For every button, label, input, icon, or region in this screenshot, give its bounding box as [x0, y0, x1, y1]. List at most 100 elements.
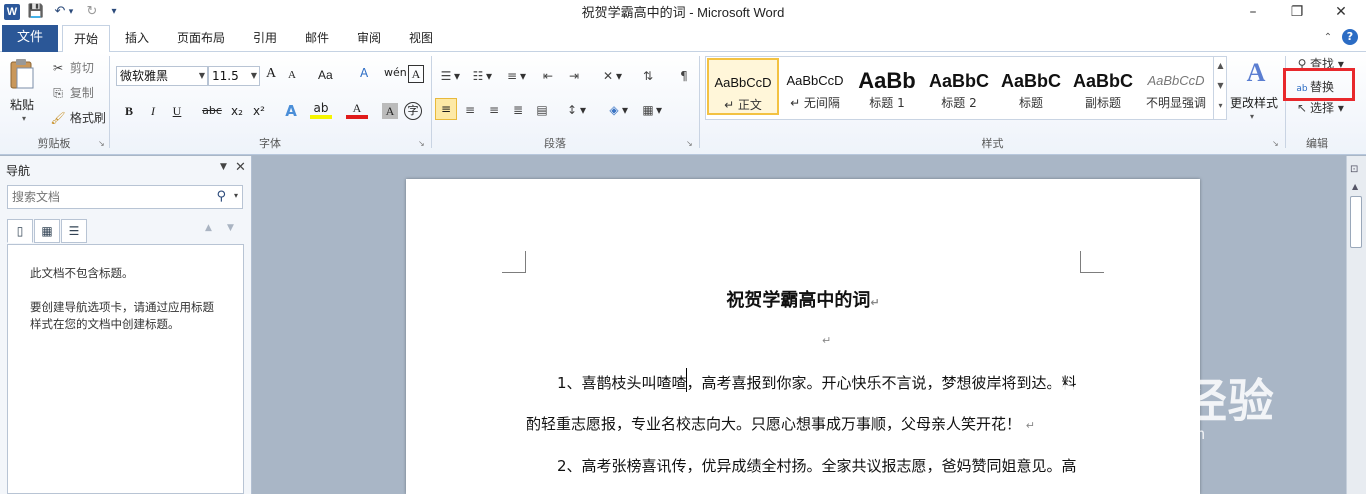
style-subtle-emphasis[interactable]: AaBbCcD 不明显强调 — [1139, 58, 1213, 115]
justify-button[interactable]: ≣ — [510, 100, 526, 120]
change-styles-label[interactable]: 更改样式 — [1230, 94, 1278, 111]
tab-page-layout[interactable]: 页面布局 — [170, 25, 232, 52]
chinese-layout-icon: ✕ — [602, 69, 614, 83]
pane-options-icon[interactable]: ▼ — [220, 162, 227, 172]
next-heading-icon[interactable]: ▼ — [227, 223, 234, 233]
clipboard-group-label: 剪贴板 — [37, 137, 71, 150]
italic-button[interactable]: I — [142, 101, 164, 121]
clipboard-launcher-icon[interactable]: ↘ — [98, 139, 108, 149]
style-title[interactable]: AaBbC 标题 — [995, 58, 1067, 115]
multilevel-list-button[interactable]: ≡ ▾ — [504, 66, 526, 86]
search-icon[interactable]: ⚲ — [216, 189, 226, 204]
change-styles-dropdown-icon[interactable]: ▾ — [1250, 112, 1254, 121]
clear-formatting-button[interactable]: A — [360, 66, 368, 80]
chinese-layout-button[interactable]: ✕ ▾ — [600, 66, 622, 86]
font-name-combo[interactable]: 微软雅黑 ▼ — [116, 66, 208, 86]
cut-button[interactable]: ✂ 剪切 — [50, 58, 94, 78]
paste-dropdown-icon[interactable]: ▾ — [22, 114, 26, 123]
format-painter-button[interactable]: 🖌 格式刷 — [50, 108, 105, 128]
distributed-button[interactable]: ▤ — [534, 100, 550, 120]
restore-button[interactable]: ❐ — [1274, 0, 1320, 25]
tab-review[interactable]: 审阅 — [348, 25, 390, 52]
ruler-toggle-icon[interactable]: ⊡ — [1350, 164, 1358, 175]
tab-home[interactable]: 开始 — [62, 25, 110, 53]
shading-button[interactable]: ◈ ▾ — [606, 100, 628, 120]
search-input[interactable] — [8, 186, 203, 208]
increase-indent-button[interactable]: ⇥ — [566, 66, 582, 86]
scroll-up-icon[interactable]: ▲ — [1352, 182, 1358, 191]
align-right-button[interactable]: ≡ — [486, 100, 502, 120]
undo-dropdown-icon[interactable]: ▾ — [66, 3, 76, 21]
paragraph-1-line-2[interactable]: 酌轻重志愿报，专业名校志向大。只愿心想事成万事顺，父母亲人笑开花！ ↵ — [526, 413, 1035, 434]
font-size-combo[interactable]: 11.5 ▼ — [208, 66, 260, 86]
underline-button[interactable]: U — [166, 101, 188, 121]
close-button[interactable]: ✕ — [1318, 0, 1364, 25]
align-left-button[interactable]: ≡ — [435, 98, 457, 120]
tab-references[interactable]: 引用 — [244, 25, 286, 52]
minimize-button[interactable]: – — [1230, 0, 1276, 25]
subscript-button[interactable]: x₂ — [226, 101, 248, 121]
style-subtitle[interactable]: AaBbC 副标题 — [1067, 58, 1139, 115]
tab-insert[interactable]: 插入 — [116, 25, 158, 52]
style-heading-1[interactable]: AaBb 标题 1 — [851, 58, 923, 115]
group-separator — [699, 56, 700, 148]
font-launcher-icon[interactable]: ↘ — [418, 139, 428, 149]
grow-font-button[interactable]: A — [266, 66, 276, 82]
align-left-icon: ≡ — [440, 102, 452, 116]
paragraph-1-line-1[interactable]: 1、喜鹊枝头叫喳喳，高考喜报到你家。开心快乐不言说，梦想彼岸将到达。料 — [557, 372, 1077, 393]
paragraph-launcher-icon[interactable]: ↘ — [686, 139, 696, 149]
character-border-button[interactable]: A — [408, 65, 424, 83]
copy-button[interactable]: ⎘ 复制 — [50, 83, 94, 103]
style-heading-2[interactable]: AaBbC 标题 2 — [923, 58, 995, 115]
tab-browse-headings[interactable]: ▯ — [7, 219, 33, 243]
change-case-button[interactable]: Aa — [318, 68, 333, 82]
show-marks-button[interactable]: ¶ — [676, 66, 692, 86]
paste-button[interactable] — [8, 58, 42, 98]
tab-browse-pages[interactable]: ▦ — [34, 219, 60, 243]
font-color-button[interactable]: A — [346, 101, 368, 119]
word-app-icon[interactable]: W — [4, 4, 20, 20]
enclose-characters-button[interactable]: 字 — [404, 102, 422, 120]
style-normal[interactable]: AaBbCcD ↵ 正文 — [707, 58, 779, 115]
pane-close-icon[interactable]: ✕ — [235, 160, 246, 175]
save-icon[interactable]: 💾 — [26, 3, 46, 21]
previous-heading-icon[interactable]: ▲ — [205, 223, 212, 233]
styles-launcher-icon[interactable]: ↘ — [1272, 139, 1282, 149]
watermark-brand: Baidu经验 — [1048, 375, 1275, 427]
tab-view[interactable]: 视图 — [400, 25, 442, 52]
highlight-button[interactable]: ab — [310, 101, 332, 119]
bullets-button[interactable]: ☰ ▾ — [438, 66, 460, 86]
tab-mailings[interactable]: 邮件 — [296, 25, 338, 52]
decrease-indent-button[interactable]: ⇤ — [540, 66, 556, 86]
strikethrough-button[interactable]: abc — [198, 101, 226, 121]
help-icon[interactable]: ? — [1342, 29, 1358, 45]
styles-scroll-controls[interactable]: ▲ ▼ ▾ — [1213, 56, 1227, 120]
change-styles-button[interactable]: A — [1236, 58, 1276, 92]
font-group-label: 字体 — [259, 137, 281, 150]
justify-icon: ≣ — [512, 103, 524, 117]
borders-button[interactable]: ▦ ▾ — [640, 100, 662, 120]
redo-icon[interactable]: ↻ — [82, 3, 102, 21]
superscript-button[interactable]: x² — [248, 101, 270, 121]
document-heading[interactable]: 祝贺学霸高中的词↵ — [406, 286, 1200, 312]
phonetic-guide-button[interactable]: wén — [384, 66, 407, 79]
scrollbar-thumb[interactable] — [1350, 196, 1362, 248]
numbering-button[interactable]: ☷ ▾ — [470, 66, 492, 86]
tab-browse-results[interactable]: ☰ — [61, 219, 87, 243]
search-options-icon[interactable]: ▾ — [234, 191, 238, 200]
paste-label[interactable]: 粘贴 — [10, 96, 34, 113]
minimize-ribbon-icon[interactable]: ⌃ — [1324, 32, 1332, 43]
line-spacing-button[interactable]: ↕ ▾ — [564, 100, 586, 120]
select-button[interactable]: ↖ 选择 ▾ — [1294, 98, 1344, 118]
sort-button[interactable]: ⇅ — [640, 66, 656, 86]
align-center-button[interactable]: ≡ — [462, 100, 478, 120]
bold-button[interactable]: B — [118, 101, 140, 121]
tab-file[interactable]: 文件 — [2, 25, 58, 52]
search-document-box[interactable]: ⚲ ▾ — [7, 185, 243, 209]
shrink-font-button[interactable]: A — [288, 69, 296, 81]
paragraph-2-line-1[interactable]: 2、高考张榜喜讯传，优异成绩全村扬。全家共议报志愿，爸妈赞同姐意见。高 — [557, 455, 1077, 476]
character-shading-button[interactable]: A — [382, 103, 398, 119]
customize-quick-access-icon[interactable]: ▾ — [104, 3, 124, 21]
text-effects-button[interactable]: A — [280, 101, 302, 121]
style-no-spacing[interactable]: AaBbCcD ↵ 无间隔 — [779, 58, 851, 115]
